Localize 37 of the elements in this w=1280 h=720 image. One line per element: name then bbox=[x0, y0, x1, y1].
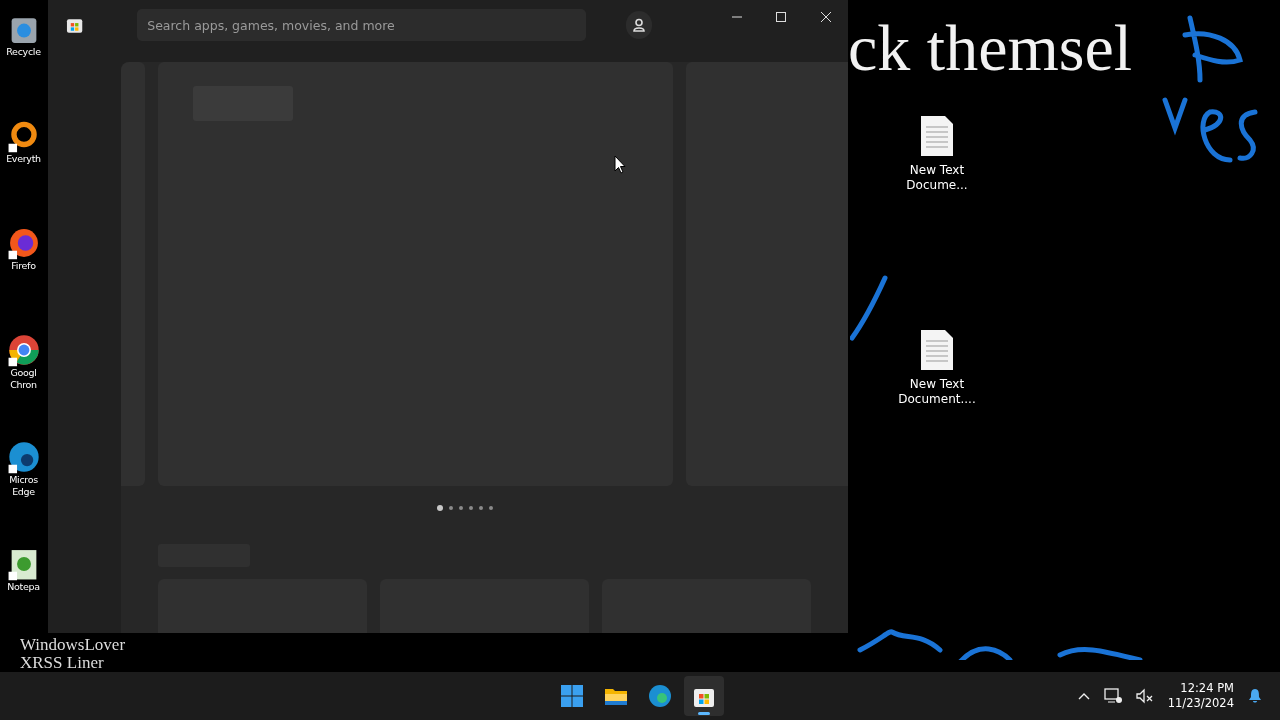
icon-label: Micros Edge bbox=[8, 474, 39, 498]
close-icon bbox=[819, 11, 832, 23]
network-icon[interactable] bbox=[1103, 688, 1122, 704]
icon-label: Everyth bbox=[5, 153, 42, 165]
store-app-icon bbox=[66, 16, 84, 34]
search-field[interactable]: Search apps, games, movies, and more bbox=[137, 9, 586, 41]
account-button[interactable] bbox=[625, 11, 653, 39]
icon-label: Googl Chron bbox=[9, 367, 38, 391]
app-icon[interactable] bbox=[6, 333, 41, 367]
cursor-icon bbox=[614, 155, 626, 174]
app-icon[interactable] bbox=[6, 440, 41, 474]
carousel-dot[interactable] bbox=[488, 506, 493, 510]
person-icon bbox=[632, 18, 647, 32]
grid-logo-icon bbox=[560, 684, 584, 708]
app-icon[interactable] bbox=[6, 226, 41, 260]
notification-bell-icon[interactable] bbox=[1248, 688, 1262, 704]
carousel-dot[interactable] bbox=[478, 506, 483, 510]
chevron-up-icon[interactable] bbox=[1077, 692, 1090, 700]
icon-label: Notepa bbox=[6, 581, 41, 593]
carousel-dot[interactable] bbox=[458, 506, 463, 510]
wallpaper-text: XRSS Liner bbox=[20, 654, 104, 672]
wallpaper-text: ck themsel bbox=[848, 10, 1133, 86]
text-file-icon[interactable] bbox=[920, 115, 954, 157]
icon-label: New Text Document.... bbox=[897, 377, 977, 407]
icon-label: Recycle bbox=[5, 46, 42, 58]
volume-muted-icon[interactable] bbox=[1135, 688, 1154, 704]
text-file-icon[interactable] bbox=[920, 329, 954, 371]
carousel-dot[interactable] bbox=[436, 505, 443, 511]
icon-label: New Text Docume... bbox=[905, 163, 969, 193]
carousel-dot[interactable] bbox=[448, 506, 453, 510]
taskbar-app-button[interactable] bbox=[684, 676, 724, 716]
clock-button[interactable]: 12:24 PM 11/23/2024 bbox=[1167, 681, 1234, 711]
carousel-dot[interactable] bbox=[468, 506, 473, 510]
swirl-icon bbox=[648, 684, 672, 708]
maximize-icon bbox=[775, 11, 788, 23]
wallpaper-text: WindowsLover bbox=[20, 636, 126, 654]
icon-label: Firefo bbox=[10, 260, 37, 272]
